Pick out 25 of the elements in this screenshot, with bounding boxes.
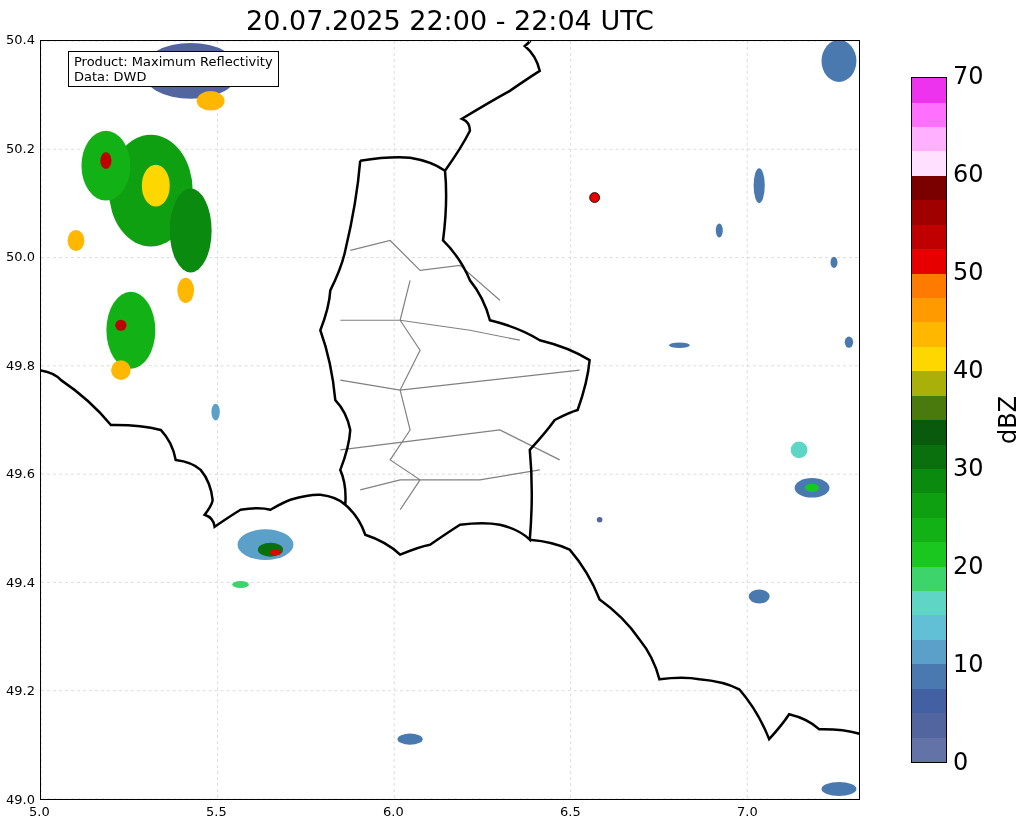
axis-tick-label: 49.4 — [6, 574, 35, 590]
axis-tick-label: 49.2 — [6, 683, 35, 699]
axis-tick-label: 5.0 — [29, 804, 50, 819]
colorbar-tick-label: 10 — [953, 650, 984, 678]
axis-tick-label: 7.0 — [737, 804, 758, 819]
colorbar-tick-label: 60 — [953, 160, 984, 188]
axis-tick-label: 50.2 — [6, 140, 35, 156]
colorbar-tick-label: 70 — [953, 62, 984, 90]
axis-tick-label: 6.5 — [560, 804, 581, 819]
legend-text: Data: DWD — [74, 69, 148, 84]
axis-tick-label: 49.6 — [6, 466, 35, 482]
colorbar-tick-label: 40 — [953, 356, 984, 384]
legend-text: Product: Maximum Reflectivity — [74, 54, 273, 69]
colorbar-tick-label: 30 — [953, 454, 984, 482]
chart-title: 20.07.2025 22:00 - 22:04 UTC — [246, 4, 654, 36]
colorbar-label: dBZ — [994, 395, 1022, 445]
colorbar-tick-label: 20 — [953, 552, 984, 580]
axis-tick-label: 49.8 — [6, 357, 35, 373]
colorbar-tick-label: 50 — [953, 258, 984, 286]
axis-tick-label: 49.0 — [6, 792, 35, 807]
axis-tick-label: 50.4 — [6, 32, 35, 47]
colorbar-tick-label: 0 — [953, 748, 969, 776]
axis-tick-label: 5.5 — [206, 804, 227, 819]
axis-tick-label: 50.0 — [6, 249, 35, 265]
axis-tick-label: 6.0 — [383, 804, 404, 819]
